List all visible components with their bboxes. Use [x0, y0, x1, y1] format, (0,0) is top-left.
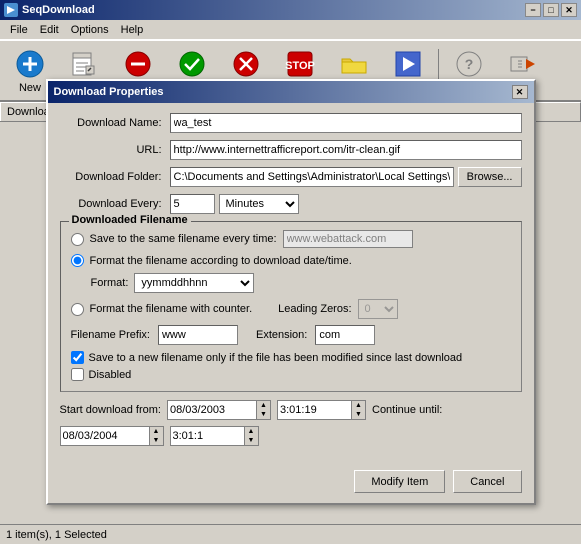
dialog-body: Download Name: URL: Download Folder: Bro… — [48, 103, 534, 464]
format-row: Format: yymmddhhnn yyyymmddhhnn — [91, 273, 511, 293]
download-properties-dialog: Download Properties ✕ Download Name: URL… — [46, 79, 536, 505]
modify-item-button[interactable]: Modify Item — [354, 470, 445, 493]
radio-counter[interactable] — [71, 303, 84, 316]
end-date-input[interactable] — [60, 426, 150, 446]
radio1-label: Save to the same filename every time: — [90, 233, 277, 245]
radio1-row: Save to the same filename every time: — [71, 230, 511, 248]
start-date-input[interactable] — [167, 400, 257, 420]
check2-row: Disabled — [71, 368, 511, 381]
dialog-buttons: Modify Item Cancel — [48, 464, 534, 503]
download-every-row: Download Every: Minutes Seconds Hours Da… — [60, 194, 522, 214]
check2-label: Disabled — [89, 369, 132, 381]
folder-label: Download Folder: — [60, 171, 170, 183]
radio3-row: Format the filename with counter. Leadin… — [71, 299, 511, 319]
modal-overlay: Download Properties ✕ Download Name: URL… — [0, 0, 581, 544]
datetime-row: Start download from: ▲ ▼ ▲ ▼ Continue un… — [60, 400, 522, 446]
ext-label: Extension: — [256, 329, 307, 341]
folder-row: Download Folder: Browse... — [60, 167, 522, 187]
cancel-button[interactable]: Cancel — [453, 470, 521, 493]
dialog-title-text: Download Properties — [54, 86, 164, 98]
check1-label: Save to a new filename only if the file … — [89, 352, 463, 364]
format-select[interactable]: yymmddhhnn yyyymmddhhnn — [134, 273, 254, 293]
start-date-combo: ▲ ▼ — [167, 400, 271, 420]
url-row: URL: — [60, 140, 522, 160]
end-time-input[interactable] — [170, 426, 245, 446]
downloaded-filename-group: Downloaded Filename Save to the same fil… — [60, 221, 522, 392]
end-date-combo: ▲ ▼ — [60, 426, 164, 446]
prefix-ext-row: Filename Prefix: Extension: — [71, 325, 511, 345]
check1-row: Save to a new filename only if the file … — [71, 351, 511, 364]
download-every-input[interactable] — [170, 194, 215, 214]
url-input[interactable] — [170, 140, 522, 160]
radio3-label: Format the filename with counter. — [90, 303, 253, 315]
end-date-spin[interactable]: ▲ ▼ — [150, 426, 164, 446]
download-name-row: Download Name: — [60, 113, 522, 133]
radio-date-format[interactable] — [71, 254, 84, 267]
browse-button[interactable]: Browse... — [458, 167, 522, 187]
download-every-label: Download Every: — [60, 198, 170, 210]
url-label: URL: — [60, 144, 170, 156]
modified-check[interactable] — [71, 351, 84, 364]
leading-zeros-select[interactable]: 0 — [358, 299, 398, 319]
same-filename-input[interactable] — [283, 230, 413, 248]
start-time-input[interactable] — [277, 400, 352, 420]
ext-input[interactable] — [315, 325, 375, 345]
radio2-label: Format the filename according to downloa… — [90, 255, 352, 267]
download-every-unit-select[interactable]: Minutes Seconds Hours Days — [219, 194, 299, 214]
format-label: Format: — [91, 277, 129, 289]
radio-same-filename[interactable] — [71, 233, 84, 246]
start-time-combo: ▲ ▼ — [277, 400, 366, 420]
prefix-label: Filename Prefix: — [71, 329, 150, 341]
end-time-combo: ▲ ▼ — [170, 426, 259, 446]
leading-zeros-label: Leading Zeros: — [278, 303, 351, 315]
start-date-spin[interactable]: ▲ ▼ — [257, 400, 271, 420]
download-name-input[interactable] — [170, 113, 522, 133]
dialog-close-button[interactable]: ✕ — [512, 85, 528, 99]
disabled-check[interactable] — [71, 368, 84, 381]
start-time-spin[interactable]: ▲ ▼ — [352, 400, 366, 420]
continue-label: Continue until: — [372, 404, 442, 416]
end-time-spin[interactable]: ▲ ▼ — [245, 426, 259, 446]
download-name-label: Download Name: — [60, 117, 170, 129]
group-title: Downloaded Filename — [69, 214, 191, 226]
radio2-row: Format the filename according to downloa… — [71, 254, 511, 267]
dialog-title-bar: Download Properties ✕ — [48, 81, 534, 103]
prefix-input[interactable] — [158, 325, 238, 345]
folder-input[interactable] — [170, 167, 454, 187]
start-label: Start download from: — [60, 404, 162, 416]
